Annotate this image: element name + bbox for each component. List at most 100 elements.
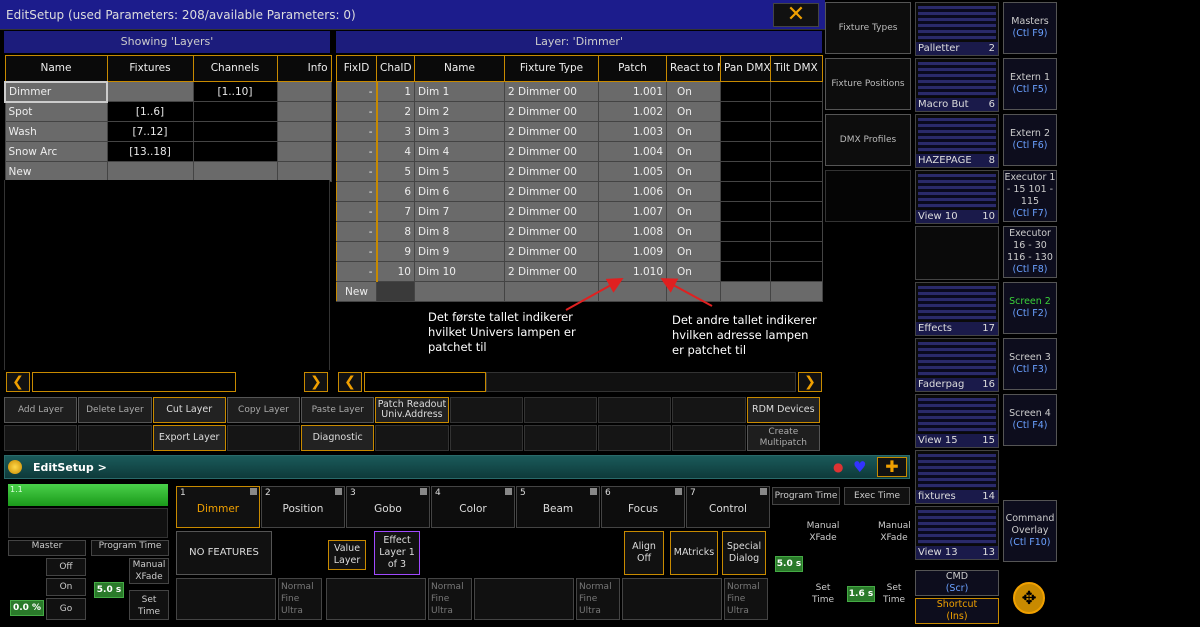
screen-key-button[interactable]: Executor 1 - 15 101 - 115 (Ctl F7) <box>1003 170 1057 222</box>
cmd-button[interactable]: CMD (Scr) <box>915 570 999 596</box>
fixture-positions-button[interactable]: Fixture Positions <box>825 58 911 110</box>
screen-key-button[interactable]: Masters (Ctl F9) <box>1003 2 1057 54</box>
resolution-fine: Fine <box>727 594 746 604</box>
cmd-key: (Scr) <box>945 583 969 594</box>
preset-tab[interactable]: 6 Focus <box>601 486 685 528</box>
add-icon[interactable]: ✚ <box>877 457 907 477</box>
preset-tab[interactable]: 5 Beam <box>516 486 600 528</box>
view-button[interactable]: View 15 15 <box>915 394 999 448</box>
encoder-display[interactable] <box>622 578 722 620</box>
view-preview <box>918 174 996 208</box>
screen-key-title: Screen 3 <box>1009 352 1051 363</box>
preset-tab[interactable]: 3 Gobo <box>346 486 430 528</box>
no-features-button[interactable]: NO FEATURES <box>176 531 272 575</box>
screen-key-title: Executor 16 - 30 116 - 130 <box>1007 228 1053 263</box>
empty-button <box>449 425 523 451</box>
view-button[interactable]: View 13 13 <box>915 506 999 560</box>
preset-tab[interactable]: 2 Position <box>261 486 345 528</box>
empty-button <box>78 425 152 451</box>
off-button[interactable]: Off <box>46 558 86 576</box>
view-button[interactable]: Macro But 6 <box>915 58 999 112</box>
preset-tab[interactable]: 7 Control <box>686 486 770 528</box>
set-time-right[interactable]: Set Time <box>806 582 840 610</box>
encoder-resolution[interactable]: Normal Fine Ultra <box>576 578 620 620</box>
encoder-resolution[interactable]: Normal Fine Ultra <box>428 578 472 620</box>
view-number: 13 <box>982 547 995 558</box>
diagnostic-button[interactable]: Diagnostic <box>301 425 375 451</box>
dmx-profiles-button[interactable]: DMX Profiles <box>825 114 911 166</box>
view-preview <box>918 510 996 544</box>
screen-key-button[interactable]: Screen 4 (Ctl F4) <box>1003 394 1057 446</box>
view-button[interactable]: Faderpag 16 <box>915 338 999 392</box>
encoder-display[interactable] <box>176 578 276 620</box>
screen-key-shortcut: (Ctl F2) <box>1012 308 1048 319</box>
view-button[interactable] <box>915 226 999 280</box>
resolution-normal: Normal <box>431 582 464 592</box>
preset-tab[interactable]: 1 Dimmer <box>176 486 260 528</box>
matricks-button[interactable]: MAtricks <box>670 531 718 575</box>
copy-layer-button[interactable]: Copy Layer <box>226 397 301 423</box>
preset-tab-label: Dimmer <box>196 503 240 515</box>
encoder-resolution[interactable]: Normal Fine Ultra <box>278 578 322 620</box>
export-layer-button[interactable]: Export Layer <box>152 425 226 451</box>
set-time-button[interactable]: Set Time <box>129 590 169 620</box>
shortcut-button[interactable]: Shortcut (Ins) <box>915 598 999 624</box>
view-number: 16 <box>982 379 995 390</box>
view-button[interactable]: View 10 10 <box>915 170 999 224</box>
cut-layer-button[interactable]: Cut Layer <box>152 397 226 423</box>
go-button[interactable]: Go <box>46 598 86 620</box>
value-layer-button[interactable]: Value Layer <box>328 540 366 570</box>
empty-button <box>672 397 746 423</box>
set-time-exec[interactable]: Set Time <box>878 582 910 610</box>
paste-layer-button[interactable]: Paste Layer <box>301 397 375 423</box>
on-button[interactable]: On <box>46 578 86 596</box>
fixture-types-button[interactable]: Fixture Types <box>825 2 911 54</box>
screen-key-button[interactable]: Extern 1 (Ctl F5) <box>1003 58 1057 110</box>
screen-key-shortcut: (Ctl F5) <box>1012 84 1048 95</box>
executor-fader[interactable]: 1.1 <box>8 484 168 506</box>
manual-xfade-right[interactable]: Manual XFade <box>806 520 840 548</box>
screen-key-shortcut: (Ctl F6) <box>1012 140 1048 151</box>
preset-tab[interactable]: 4 Color <box>431 486 515 528</box>
encoder-display[interactable] <box>326 578 426 620</box>
view-button[interactable]: fixtures 14 <box>915 450 999 504</box>
view-number: 10 <box>982 211 995 222</box>
effect-layer-button[interactable]: Effect Layer 1 of 3 <box>374 531 420 575</box>
screen-key-button[interactable]: Screen 2 (Ctl F2) <box>1003 282 1057 334</box>
master-label: Master <box>8 540 86 556</box>
screen-key-button[interactable]: Executor 16 - 30 116 - 130 (Ctl F8) <box>1003 226 1057 278</box>
empty-button <box>4 425 78 451</box>
add-layer-button[interactable]: Add Layer <box>4 397 78 423</box>
view-button[interactable]: Effects 17 <box>915 282 999 336</box>
screen-key-button[interactable]: Screen 3 (Ctl F3) <box>1003 338 1057 390</box>
command-line[interactable]: EditSetup > ● ♥ ✚ <box>4 455 910 479</box>
manual-xfade-button[interactable]: Manual XFade <box>129 558 169 584</box>
encoder-resolution[interactable]: Normal Fine Ultra <box>724 578 768 620</box>
screen-key-title: Extern 2 <box>1009 128 1051 139</box>
color-dots-icon[interactable]: ● <box>833 460 843 474</box>
ma2-screen: EditSetup (used Parameters: 208/availabl… <box>0 0 1200 627</box>
executor-label: 1.1 <box>10 485 23 494</box>
tab-corner-icon <box>505 488 512 495</box>
rdm-devices-button[interactable]: RDM Devices <box>746 397 820 423</box>
delete-layer-button[interactable]: Delete Layer <box>78 397 152 423</box>
view-label: Effects <box>918 323 952 334</box>
view-button[interactable]: Palletter 2 <box>915 2 999 56</box>
patch-readout-univ-address-button[interactable]: Patch Readout Univ.Address <box>375 397 449 423</box>
tab-corner-icon <box>335 488 342 495</box>
view-number: 17 <box>982 323 995 334</box>
screen-key-title: Executor 1 - 15 101 - 115 <box>1004 172 1056 207</box>
align-off-button[interactable]: Align Off <box>624 531 664 575</box>
screen-key-button[interactable]: Extern 2 (Ctl F6) <box>1003 114 1057 166</box>
navigation-icon[interactable]: ✥ <box>1013 582 1045 614</box>
heart-icon[interactable]: ♥ <box>853 458 866 476</box>
screen-key-button[interactable]: Command Overlay (Ctl F10) <box>1003 500 1057 562</box>
manual-xfade-exec[interactable]: Manual XFade <box>878 520 911 548</box>
encoder-display[interactable] <box>474 578 574 620</box>
special-dialog-button[interactable]: Special Dialog <box>722 531 766 575</box>
view-button[interactable]: HAZEPAGE 8 <box>915 114 999 168</box>
preset-tab-label: Position <box>282 503 324 515</box>
tab-corner-icon <box>250 488 257 495</box>
create-multipatch-button[interactable]: Create Multipatch <box>746 425 820 451</box>
screen-key-shortcut: (Ctl F10) <box>1009 537 1051 548</box>
